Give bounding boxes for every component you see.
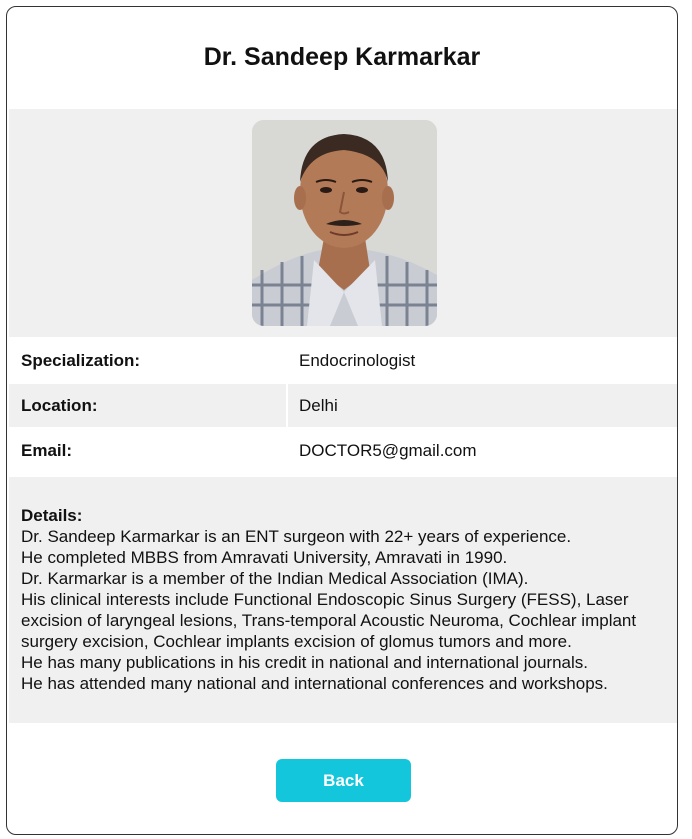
page-title: Dr. Sandeep Karmarkar — [203, 43, 481, 71]
back-button[interactable]: Back — [276, 759, 411, 802]
location-label: Location: — [21, 395, 98, 415]
details-line: He completed MBBS from Amravati Universi… — [21, 548, 508, 567]
photo-section — [9, 109, 677, 337]
portrait-image — [252, 120, 437, 326]
location-value: Delhi — [299, 395, 338, 415]
details-line: He has attended many national and intern… — [21, 674, 608, 693]
specialization-row: Specialization: Endocrinologist — [9, 337, 677, 384]
details-line: Dr. Karmarkar is a member of the Indian … — [21, 569, 529, 588]
doctor-photo — [252, 120, 437, 326]
email-label: Email: — [21, 441, 73, 460]
details-section: Details: Dr. Sandeep Karmarkar is an ENT… — [9, 477, 677, 723]
email-value: DOCTOR5@gmail.com — [299, 441, 477, 460]
email-row: Email: DOCTOR5@gmail.com — [9, 427, 677, 475]
location-row: Location: Delhi — [9, 384, 677, 427]
details-line: He has many publications in his credit i… — [21, 653, 589, 672]
details-line: Dr. Sandeep Karmarkar is an ENT surgeon … — [21, 527, 572, 546]
specialization-value: Endocrinologist — [299, 350, 416, 370]
details-line: His clinical interests include Functiona… — [21, 590, 637, 651]
details-label: Details: — [21, 506, 83, 525]
doctor-profile-card: Dr. Sandeep Karmarkar Specialization: En… — [6, 6, 678, 835]
specialization-label: Specialization: — [21, 350, 141, 370]
